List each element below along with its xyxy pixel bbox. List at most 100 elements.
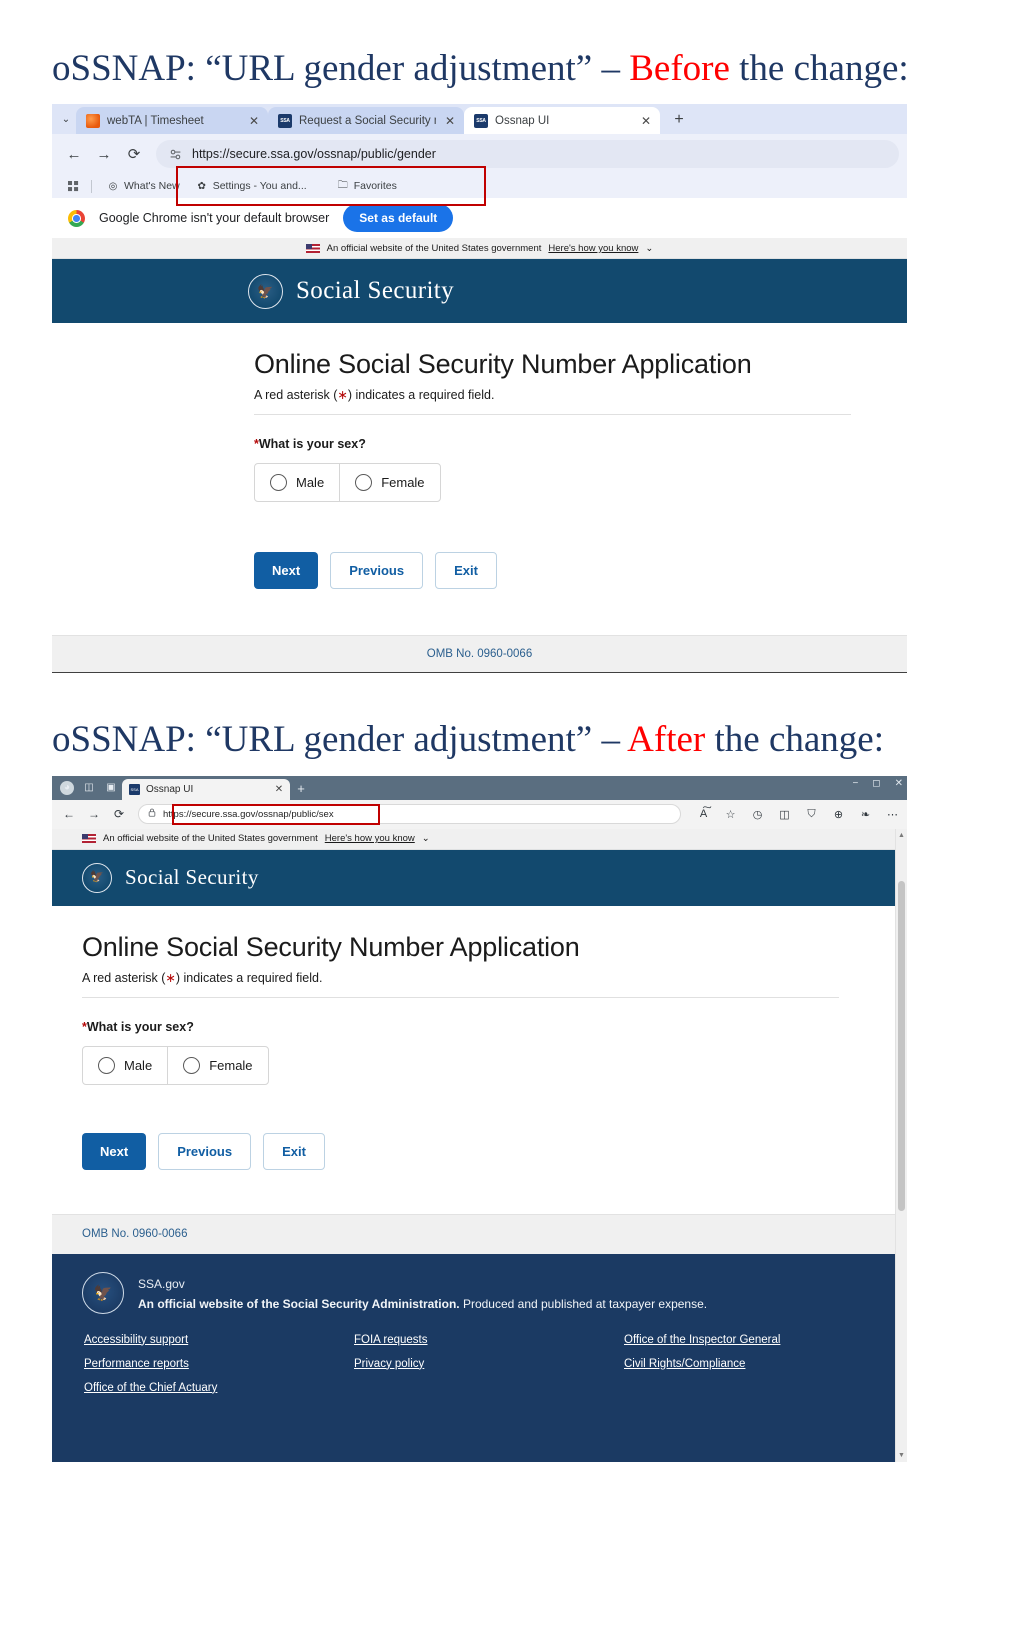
copilot-icon[interactable]: ❧ (857, 806, 874, 823)
close-window-icon[interactable]: ✕ (895, 778, 903, 789)
ssa-icon: SSA (278, 113, 292, 128)
back-icon[interactable]: ← (58, 803, 80, 825)
split-screen-icon[interactable]: ◫ (776, 806, 793, 823)
tab-search-chevron-icon[interactable]: ⌄ (56, 106, 76, 132)
chevron-down-icon[interactable]: ⌄ (645, 243, 653, 254)
minimize-icon[interactable]: − (852, 778, 858, 789)
previous-button[interactable]: Previous (330, 552, 424, 590)
ssa-icon: SSA (474, 113, 488, 128)
settings-more-icon[interactable]: ⋯ (884, 806, 901, 823)
bookmark-whats-new[interactable]: ◎ What's New (99, 180, 188, 192)
reload-icon[interactable]: ⟳ (108, 803, 130, 825)
chrome-toolbar: ← → ⟳ https://secure.ssa.gov/ossnap/publ… (52, 134, 907, 207)
radio-option-male[interactable]: Male (83, 1047, 167, 1084)
radio-label: Male (296, 475, 325, 491)
collections-icon[interactable]: ⛉ (803, 806, 820, 823)
omb-number[interactable]: OMB No. 0960-0066 (82, 1228, 187, 1240)
profile-avatar-icon[interactable]: ◕ (56, 778, 78, 798)
chevron-down-icon[interactable]: ⌄ (422, 833, 430, 844)
slide1-heading-text-2: the change: (729, 48, 909, 89)
slide2-heading-highlight: After (627, 719, 706, 761)
edge-viewport: An official website of the United States… (52, 828, 907, 1462)
radio-circle-icon[interactable] (98, 1056, 115, 1074)
new-tab-button[interactable]: + (290, 779, 312, 799)
scroll-up-arrow-icon[interactable]: ▲ (896, 832, 907, 839)
omb-number[interactable]: OMB No. 0960-0066 (427, 648, 532, 660)
tab-ossnap-ui[interactable]: SSA Ossnap UI ✕ (464, 107, 660, 135)
apps-grid-icon[interactable] (62, 180, 84, 192)
footer-identity: 🦅 SSA.gov An official website of the Soc… (82, 1271, 865, 1314)
address-bar[interactable]: https://secure.ssa.gov/ossnap/public/sex (138, 804, 681, 825)
page-scrollbar[interactable]: ▲ ▼ (895, 828, 907, 1462)
radio-circle-icon[interactable] (270, 474, 287, 492)
back-icon[interactable]: ← (60, 140, 88, 168)
tab-request-ssn[interactable]: SSA Request a Social Security numb ✕ (268, 107, 464, 135)
radio-option-male[interactable]: Male (255, 464, 339, 501)
ssa-site-header: 🦅 Social Security (52, 849, 895, 906)
default-browser-message: Google Chrome isn't your default browser (99, 211, 330, 226)
forward-icon[interactable]: → (83, 803, 105, 825)
question-label-sex: *What is your sex? (82, 1019, 194, 1034)
chrome-tab-strip: ⌄ webTA | Timesheet ✕ SSA Request a Soci… (52, 104, 907, 135)
footer-link-office-chief-actuary[interactable]: Office of the Chief Actuary (84, 1382, 354, 1394)
tab-title: Request a Social Security numb (299, 114, 436, 127)
read-aloud-icon[interactable]: A͠ (695, 806, 712, 823)
bookmark-settings[interactable]: ✿ Settings - You and... (188, 180, 315, 192)
page-title: Online Social Security Number Applicatio… (82, 931, 580, 962)
scrollbar-thumb[interactable] (898, 880, 905, 1211)
radio-circle-icon[interactable] (355, 474, 373, 492)
address-bar-url: https://secure.ssa.gov/ossnap/public/sex (163, 808, 334, 820)
exit-button[interactable]: Exit (435, 552, 497, 590)
slide2-heading-text-2: the change: (705, 719, 885, 761)
heres-how-you-know-link[interactable]: Here's how you know (548, 243, 638, 254)
footer-link-foia-requests[interactable]: FOIA requests (354, 1334, 624, 1346)
next-button[interactable]: Next (254, 552, 319, 590)
footer-ssa-gov: SSA.gov (138, 1276, 185, 1291)
page-settings-icon[interactable] (168, 147, 183, 162)
tab-ossnap-ui[interactable]: SSA Ossnap UI ✕ (122, 778, 290, 800)
set-as-default-button[interactable]: Set as default (343, 204, 454, 233)
radio-option-female[interactable]: Female (339, 464, 439, 502)
reload-icon[interactable]: ⟳ (120, 140, 148, 168)
us-flag-icon (305, 243, 320, 253)
exit-button[interactable]: Exit (263, 1132, 325, 1170)
footer-link-privacy-policy[interactable]: Privacy policy (354, 1358, 624, 1370)
address-bar[interactable]: https://secure.ssa.gov/ossnap/public/gen… (156, 140, 899, 169)
us-flag-icon (82, 834, 96, 844)
heres-how-you-know-link[interactable]: Here's how you know (325, 833, 415, 844)
footer-link-performance-reports[interactable]: Performance reports (84, 1358, 354, 1370)
divider (91, 179, 92, 193)
close-icon[interactable]: ✕ (443, 114, 457, 128)
usa-banner-text: An official website of the United States… (103, 833, 318, 845)
forward-icon[interactable]: → (90, 140, 118, 168)
previous-button[interactable]: Previous (158, 1132, 252, 1170)
close-icon[interactable]: ✕ (247, 114, 261, 128)
history-icon[interactable]: ◷ (749, 806, 766, 823)
footer-link-civil-rights-compliance[interactable]: Civil Rights/Compliance (624, 1358, 865, 1370)
workspaces-icon[interactable]: ▣ (100, 778, 122, 798)
maximize-icon[interactable]: ◻ (872, 778, 880, 789)
radio-circle-icon[interactable] (183, 1056, 201, 1074)
radio-option-female[interactable]: Female (167, 1046, 267, 1084)
edge-title-bar: ◕ ◫ ▣ SSA Ossnap UI ✕ + − ◻ ✕ (52, 775, 907, 800)
close-icon[interactable]: ✕ (639, 114, 653, 128)
ssa-site-header: 🦅 Social Security (52, 259, 907, 324)
ssa-page-body-1: Online Social Security Number Applicatio… (52, 323, 907, 674)
shield-icon: ◎ (108, 180, 118, 192)
lock-icon (148, 808, 156, 820)
footer-link-office-inspector-general[interactable]: Office of the Inspector General (624, 1334, 865, 1346)
close-icon[interactable]: ✕ (273, 784, 285, 795)
next-button[interactable]: Next (82, 1132, 147, 1170)
slide2-heading-text-1: oSSNAP: “URL gender adjustment” – (52, 719, 628, 761)
bookmark-favorites[interactable]: 🗀 Favorites (329, 180, 405, 193)
scroll-down-arrow-icon[interactable]: ▼ (896, 1452, 907, 1459)
tab-webta-timesheet[interactable]: webTA | Timesheet ✕ (76, 107, 268, 135)
ssa-site-footer: 🦅 SSA.gov An official website of the Soc… (52, 1253, 895, 1462)
footer-tagline: An official website of the Social Securi… (138, 1297, 707, 1311)
browser-essentials-icon[interactable]: ⊕ (830, 806, 847, 823)
favorite-star-icon[interactable]: ☆ (722, 806, 739, 823)
new-tab-button[interactable]: + (666, 107, 692, 133)
slide2-heading: oSSNAP: “URL gender adjustment” – After … (0, 673, 1025, 775)
footer-link-accessibility-support[interactable]: Accessibility support (84, 1334, 354, 1346)
split-screen-icon[interactable]: ◫ (78, 778, 100, 798)
